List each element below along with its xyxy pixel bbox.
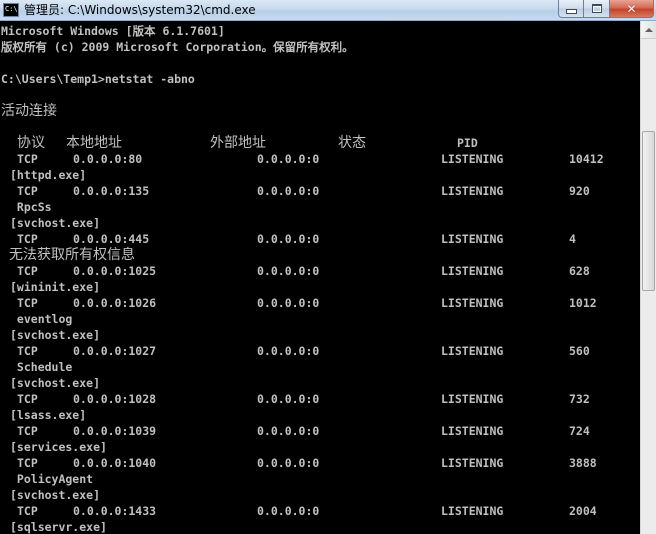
cell-proto: TCP <box>17 392 38 406</box>
title-bar[interactable]: C:\ 管理员: C:\Windows\system32\cmd.exe ✕ <box>0 0 656 21</box>
process-info-text: [svchost.exe] <box>10 328 101 342</box>
cell-pid: 920 <box>569 184 590 198</box>
cell-proto: TCP <box>17 456 38 470</box>
cell-local: 0.0.0.0:80 <box>73 152 143 166</box>
cmd-window: C:\ 管理员: C:\Windows\system32\cmd.exe ✕ M… <box>0 0 656 534</box>
console-output[interactable]: Microsoft Windows [版本 6.1.7601] 版权所有 (c)… <box>0 21 640 534</box>
cell-state: LISTENING <box>441 296 504 310</box>
process-info-text: RpcSs <box>10 200 52 214</box>
minimize-button[interactable] <box>558 0 584 18</box>
cell-state: LISTENING <box>441 264 504 278</box>
process-info-text: [svchost.exe] <box>10 376 101 390</box>
header-state: 状态 <box>338 135 366 151</box>
cell-state: LISTENING <box>441 456 504 470</box>
process-info-text: [sqlservr.exe] <box>10 520 107 534</box>
cell-pid: 10412 <box>569 152 604 166</box>
arrow-up-icon <box>644 27 653 32</box>
cell-pid: 732 <box>569 392 590 406</box>
cell-proto: TCP <box>17 232 38 246</box>
maximize-icon <box>591 4 602 13</box>
cell-foreign: 0.0.0.0:0 <box>257 184 320 198</box>
cmd-icon[interactable]: C:\ <box>3 3 19 17</box>
process-info-text: [lsass.exe] <box>10 408 87 422</box>
cell-local: 0.0.0.0:1026 <box>73 296 157 310</box>
cell-local: 0.0.0.0:1025 <box>73 264 157 278</box>
window-title: 管理员: C:\Windows\system32\cmd.exe <box>24 3 256 17</box>
cell-proto: TCP <box>17 504 38 518</box>
minimize-icon <box>565 9 577 14</box>
cell-foreign: 0.0.0.0:0 <box>257 264 320 278</box>
cell-proto: TCP <box>17 184 38 198</box>
process-info-text: Schedule <box>10 360 73 374</box>
cell-pid: 3888 <box>569 456 597 470</box>
cell-pid: 4 <box>569 232 576 246</box>
process-info-text: PolicyAgent <box>10 472 94 486</box>
cell-local: 0.0.0.0:1027 <box>73 344 157 358</box>
header-foreign: 外部地址 <box>210 135 266 151</box>
cell-proto: TCP <box>17 344 38 358</box>
header-pid: PID <box>457 136 478 150</box>
process-info-text: eventlog <box>10 312 73 326</box>
cell-state: LISTENING <box>441 504 504 518</box>
cell-pid: 628 <box>569 264 590 278</box>
process-info-text: [svchost.exe] <box>10 488 101 502</box>
cell-proto: TCP <box>17 296 38 310</box>
cell-state: LISTENING <box>441 232 504 246</box>
close-icon: ✕ <box>626 1 637 16</box>
cell-proto: TCP <box>17 264 38 278</box>
header-proto: 协议 <box>17 135 45 151</box>
close-button[interactable]: ✕ <box>610 0 654 18</box>
cell-foreign: 0.0.0.0:0 <box>257 296 320 310</box>
cell-pid: 724 <box>569 424 590 438</box>
cell-proto: TCP <box>17 152 38 166</box>
cell-state: LISTENING <box>441 152 504 166</box>
cell-state: LISTENING <box>441 424 504 438</box>
cell-foreign: 0.0.0.0:0 <box>257 152 320 166</box>
cell-local: 0.0.0.0:135 <box>73 184 150 198</box>
cell-proto: TCP <box>17 424 38 438</box>
cell-pid: 560 <box>569 344 590 358</box>
scroll-thumb[interactable] <box>642 131 655 291</box>
vertical-scrollbar[interactable] <box>640 21 656 534</box>
cell-state: LISTENING <box>441 184 504 198</box>
cell-pid: 2004 <box>569 504 597 518</box>
header-local: 本地地址 <box>66 135 122 151</box>
ownership-info-text: 无法获取所有权信息 <box>9 247 135 263</box>
cell-local: 0.0.0.0:1040 <box>73 456 157 470</box>
cell-state: LISTENING <box>441 344 504 358</box>
process-info-text: [wininit.exe] <box>10 280 101 294</box>
cell-local: 0.0.0.0:1433 <box>73 504 157 518</box>
cell-foreign: 0.0.0.0:0 <box>257 344 320 358</box>
cell-pid: 1012 <box>569 296 597 310</box>
cell-local: 0.0.0.0:1028 <box>73 392 157 406</box>
caption-buttons: ✕ <box>558 0 654 19</box>
process-info-text: [services.exe] <box>10 440 107 454</box>
table-header: 协议 本地地址 外部地址 状态 PID <box>0 135 478 151</box>
cell-foreign: 0.0.0.0:0 <box>257 456 320 470</box>
cell-local: 0.0.0.0:1039 <box>73 424 157 438</box>
process-info-text: [httpd.exe] <box>10 168 87 182</box>
cell-state: LISTENING <box>441 392 504 406</box>
cell-foreign: 0.0.0.0:0 <box>257 424 320 438</box>
cell-foreign: 0.0.0.0:0 <box>257 392 320 406</box>
process-info-text: [svchost.exe] <box>10 216 101 230</box>
cell-foreign: 0.0.0.0:0 <box>257 504 320 518</box>
cell-foreign: 0.0.0.0:0 <box>257 232 320 246</box>
scroll-up-button[interactable] <box>641 21 656 39</box>
cell-local: 0.0.0.0:445 <box>73 232 150 246</box>
maximize-button[interactable] <box>584 0 610 18</box>
